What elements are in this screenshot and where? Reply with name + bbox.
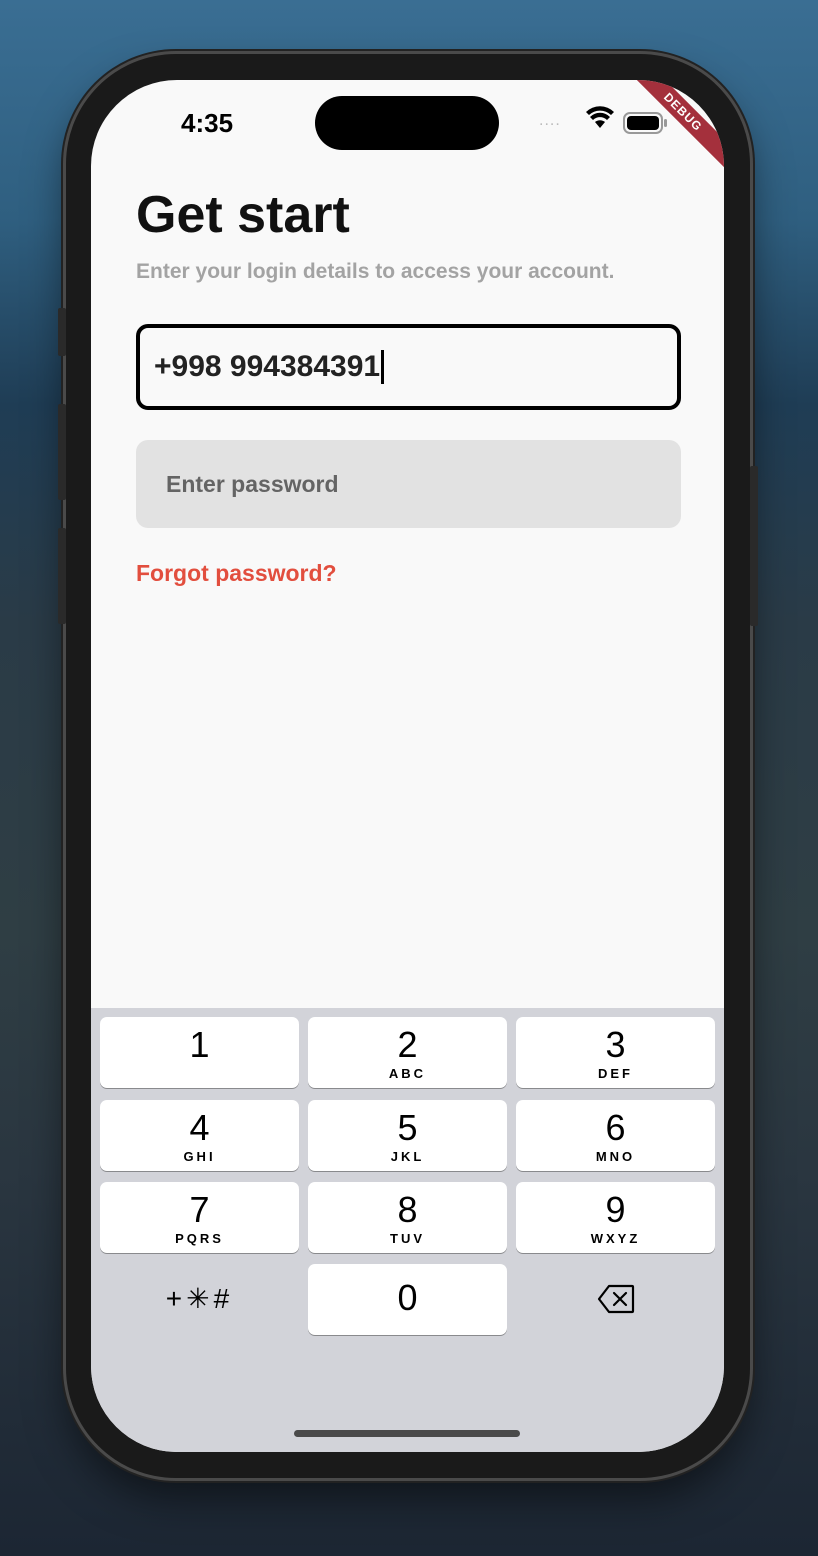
key-letters: JKL [390,1149,425,1164]
backspace-key[interactable] [516,1264,715,1335]
key-letters: TUV [390,1231,425,1246]
text-cursor [381,350,385,384]
key-letters: ABC [388,1066,427,1081]
key-9[interactable]: 9 WXYZ [516,1182,715,1253]
dynamic-island [315,96,499,150]
wifi-icon [586,106,614,128]
key-letters: MNO [595,1149,636,1164]
key-2[interactable]: 2 ABC [308,1017,507,1088]
symbols-label: +✳# [165,1283,234,1314]
password-field[interactable]: Enter password [136,440,681,528]
key-4[interactable]: 4 GHI [100,1100,299,1171]
battery-icon [623,112,667,134]
volume-down-button [58,528,66,624]
power-button [750,466,758,626]
symbols-key[interactable]: +✳# [100,1264,299,1335]
key-7[interactable]: 7 PQRS [100,1182,299,1253]
page-title: Get start [136,186,350,244]
key-3[interactable]: 3 DEF [516,1017,715,1088]
key-6[interactable]: 6 MNO [516,1100,715,1171]
key-digit: 1 [189,1024,210,1065]
phone-number-value: +998 994384391 [154,350,381,383]
key-letters: DEF [598,1066,633,1081]
backspace-icon [597,1284,634,1314]
key-8[interactable]: 8 TUV [308,1182,507,1253]
phone-number-field[interactable]: +998 994384391 [136,324,681,410]
key-digit: 3 [605,1024,626,1065]
key-digit: 9 [605,1189,626,1230]
numeric-keyboard: 1 2 ABC 3 DEF 4 GHI 5 JKL 6 MNO 7 PQRS 8 [91,1008,724,1452]
key-1[interactable]: 1 [100,1017,299,1088]
key-digit: 8 [397,1189,418,1230]
signal-dots: .... [539,112,561,129]
key-digit: 0 [397,1277,418,1318]
key-digit: 7 [189,1189,210,1230]
silent-switch [58,308,66,356]
app-screen: 4:35 .... DEBUG Get start Enter your log… [91,80,724,1452]
key-0[interactable]: 0 [308,1264,507,1335]
key-5[interactable]: 5 JKL [308,1100,507,1171]
key-letters: GHI [183,1149,216,1164]
key-digit: 4 [189,1107,210,1148]
home-indicator[interactable] [294,1430,520,1437]
key-digit: 2 [397,1024,418,1065]
key-letters: PQRS [175,1231,224,1246]
status-time: 4:35 [181,108,234,138]
volume-up-button [58,404,66,500]
key-letters: WXYZ [590,1231,641,1246]
password-placeholder: Enter password [166,470,339,497]
status-bar: 4:35 .... DEBUG [91,80,724,180]
page-subtitle: Enter your login details to access your … [136,260,615,283]
forgot-password-link[interactable]: Forgot password? [136,560,337,587]
key-digit: 5 [397,1107,418,1148]
key-digit: 6 [605,1107,626,1148]
